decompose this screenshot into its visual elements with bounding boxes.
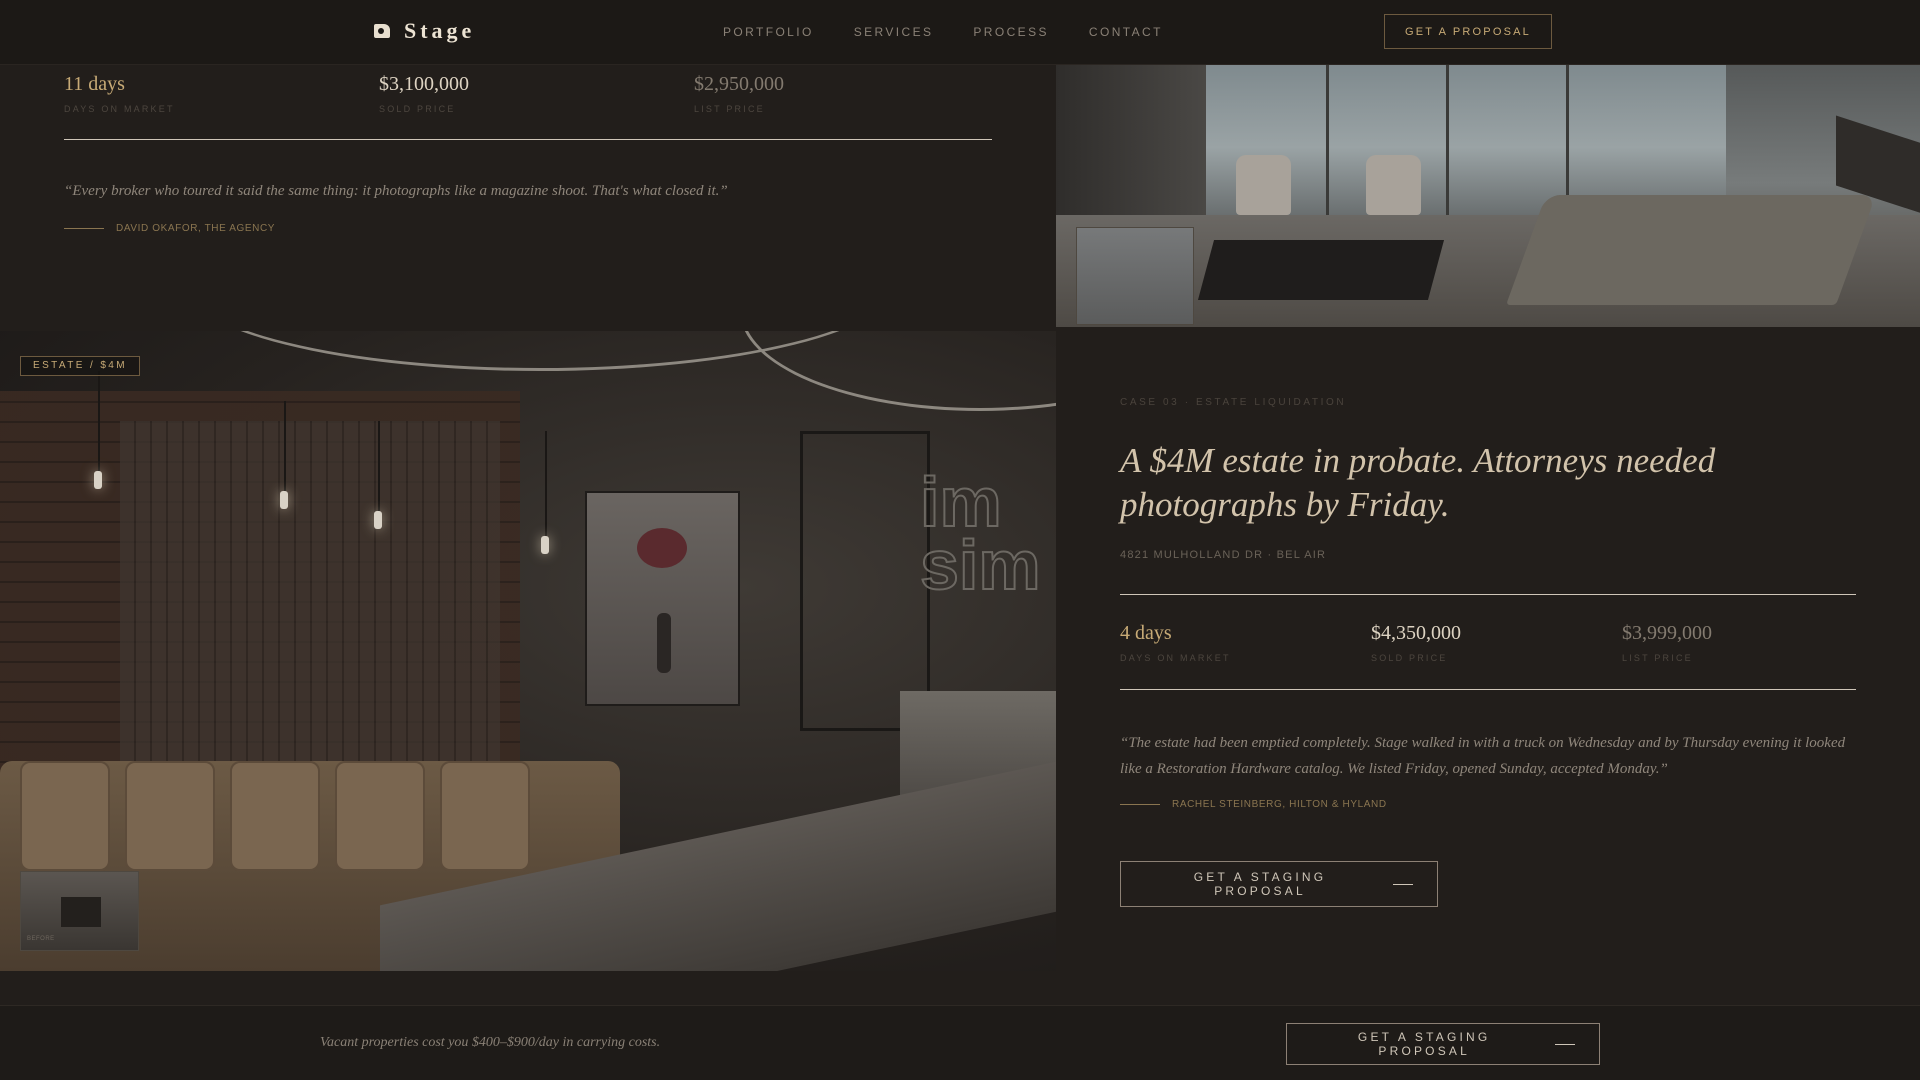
photo-light-ring <box>740 331 1056 411</box>
current-case-stats: 4 days DAYS ON MARKET $4,350,000 SOLD PR… <box>1120 622 1873 663</box>
nav-link-contact[interactable]: CONTACT <box>1089 25 1163 39</box>
stat-sold-price: $4,350,000 SOLD PRICE <box>1371 622 1622 663</box>
photo-wall-sign: im sim <box>919 463 1042 604</box>
stat-label: SOLD PRICE <box>379 104 456 114</box>
photo-artwork <box>585 491 740 706</box>
before-thumbnail[interactable]: BEFORE <box>20 871 139 951</box>
photo-cable <box>284 401 286 491</box>
photo-cable <box>378 421 380 511</box>
photo-wood-wall <box>120 421 500 801</box>
dash-divider <box>64 228 104 229</box>
testimonial-attribution: DAVID OKAFOR, THE AGENCY <box>64 223 275 234</box>
living-room-photo[interactable] <box>1056 65 1920 327</box>
art-blob <box>637 528 687 568</box>
photo-chair <box>1366 155 1421 215</box>
stat-label: LIST PRICE <box>1622 653 1693 663</box>
stat-value: $2,950,000 <box>694 73 784 95</box>
nav-link-process[interactable]: PROCESS <box>973 25 1048 39</box>
photo-coffee-table <box>1197 240 1445 300</box>
sticky-footer-bar: Vacant properties cost you $400–$900/day… <box>0 1005 1920 1080</box>
stat-label: LIST PRICE <box>694 104 765 114</box>
stat-label: DAYS ON MARKET <box>64 104 175 114</box>
case-eyebrow: CASE 03 · ESTATE LIQUIDATION <box>1120 397 1347 408</box>
nav-link-portfolio[interactable]: PORTFOLIO <box>723 25 814 39</box>
photo-cable <box>545 431 547 541</box>
photo-bulb <box>94 471 102 489</box>
top-navigation: Stage PORTFOLIO SERVICES PROCESS CONTACT… <box>0 0 1920 65</box>
photo-mullion <box>1566 65 1569 215</box>
logo-text: Stage <box>404 18 476 43</box>
testimonial-quote: “Every broker who toured it said the sam… <box>64 183 728 199</box>
booth-cushion <box>125 761 215 871</box>
footer-staging-proposal-button[interactable]: GET A STAGING PROPOSAL <box>1286 1023 1600 1065</box>
arrow-icon <box>1555 1043 1575 1045</box>
button-label: GET A STAGING PROPOSAL <box>1357 1030 1491 1058</box>
get-proposal-button[interactable]: GET A PROPOSAL <box>1384 14 1552 49</box>
previous-case-panel: 11 days DAYS ON MARKET $3,100,000 SOLD P… <box>0 65 1056 331</box>
photo-bulb <box>374 511 382 529</box>
stat-days-on-market: 11 days DAYS ON MARKET <box>64 73 379 114</box>
stat-value: 11 days <box>64 73 125 95</box>
photo-chair <box>1236 155 1291 215</box>
photo-bulb <box>280 491 288 509</box>
thumb-caption: BEFORE <box>27 936 55 942</box>
staging-proposal-button[interactable]: GET A STAGING PROPOSAL <box>1120 861 1438 907</box>
nav-link-services[interactable]: SERVICES <box>854 25 934 39</box>
dash-divider <box>1120 804 1160 805</box>
nav-links: PORTFOLIO SERVICES PROCESS CONTACT <box>723 25 1163 39</box>
attribution-text: RACHEL STEINBERG, HILTON & HYLAND <box>1172 799 1387 810</box>
estate-badge: ESTATE / $4M <box>20 356 141 376</box>
booth-cushion <box>230 761 320 871</box>
photo-mullion <box>1446 65 1449 215</box>
stat-value: $3,999,000 <box>1622 622 1712 644</box>
stat-days-on-market: 4 days DAYS ON MARKET <box>1120 622 1371 663</box>
testimonial-attribution: RACHEL STEINBERG, HILTON & HYLAND <box>1120 799 1387 810</box>
logo[interactable]: Stage <box>374 18 475 44</box>
divider <box>1120 689 1856 690</box>
photo-mullion <box>1326 65 1329 215</box>
carrying-cost-note: Vacant properties cost you $400–$900/day… <box>320 1035 661 1050</box>
stat-list-price: $3,999,000 LIST PRICE <box>1622 622 1873 663</box>
photo-sofa <box>1505 195 1877 305</box>
photo-shelf <box>800 431 930 731</box>
thumb-doorway <box>61 897 101 927</box>
booth-cushion <box>20 761 110 871</box>
stat-list-price: $2,950,000 LIST PRICE <box>694 73 1009 114</box>
photo-bulb <box>541 536 549 554</box>
booth-cushion <box>335 761 425 871</box>
divider <box>64 139 992 140</box>
button-label: GET A STAGING PROPOSAL <box>1193 870 1327 898</box>
stat-value: $4,350,000 <box>1371 622 1461 644</box>
photo-cable <box>98 371 100 471</box>
attribution-text: DAVID OKAFOR, THE AGENCY <box>116 223 276 234</box>
divider <box>1120 594 1856 595</box>
before-thumbnail[interactable] <box>1076 227 1194 325</box>
previous-case-stats: 11 days DAYS ON MARKET $3,100,000 SOLD P… <box>64 73 1009 114</box>
arrow-icon <box>1393 883 1413 885</box>
case-address: 4821 MULHOLLAND DR · BEL AIR <box>1120 549 1327 561</box>
art-figure <box>657 613 671 673</box>
stat-value: 4 days <box>1120 622 1172 644</box>
testimonial-quote: “The estate had been emptied completely.… <box>1120 735 1846 777</box>
logo-icon <box>374 24 390 38</box>
estate-interior-photo[interactable]: im sim <box>0 331 1056 971</box>
stat-value: $3,100,000 <box>379 73 469 95</box>
stat-label: DAYS ON MARKET <box>1120 653 1231 663</box>
stat-sold-price: $3,100,000 SOLD PRICE <box>379 73 694 114</box>
case-title: A $4M estate in probate. Attorneys neede… <box>1120 441 1716 524</box>
stat-label: SOLD PRICE <box>1371 653 1448 663</box>
booth-cushion <box>440 761 530 871</box>
